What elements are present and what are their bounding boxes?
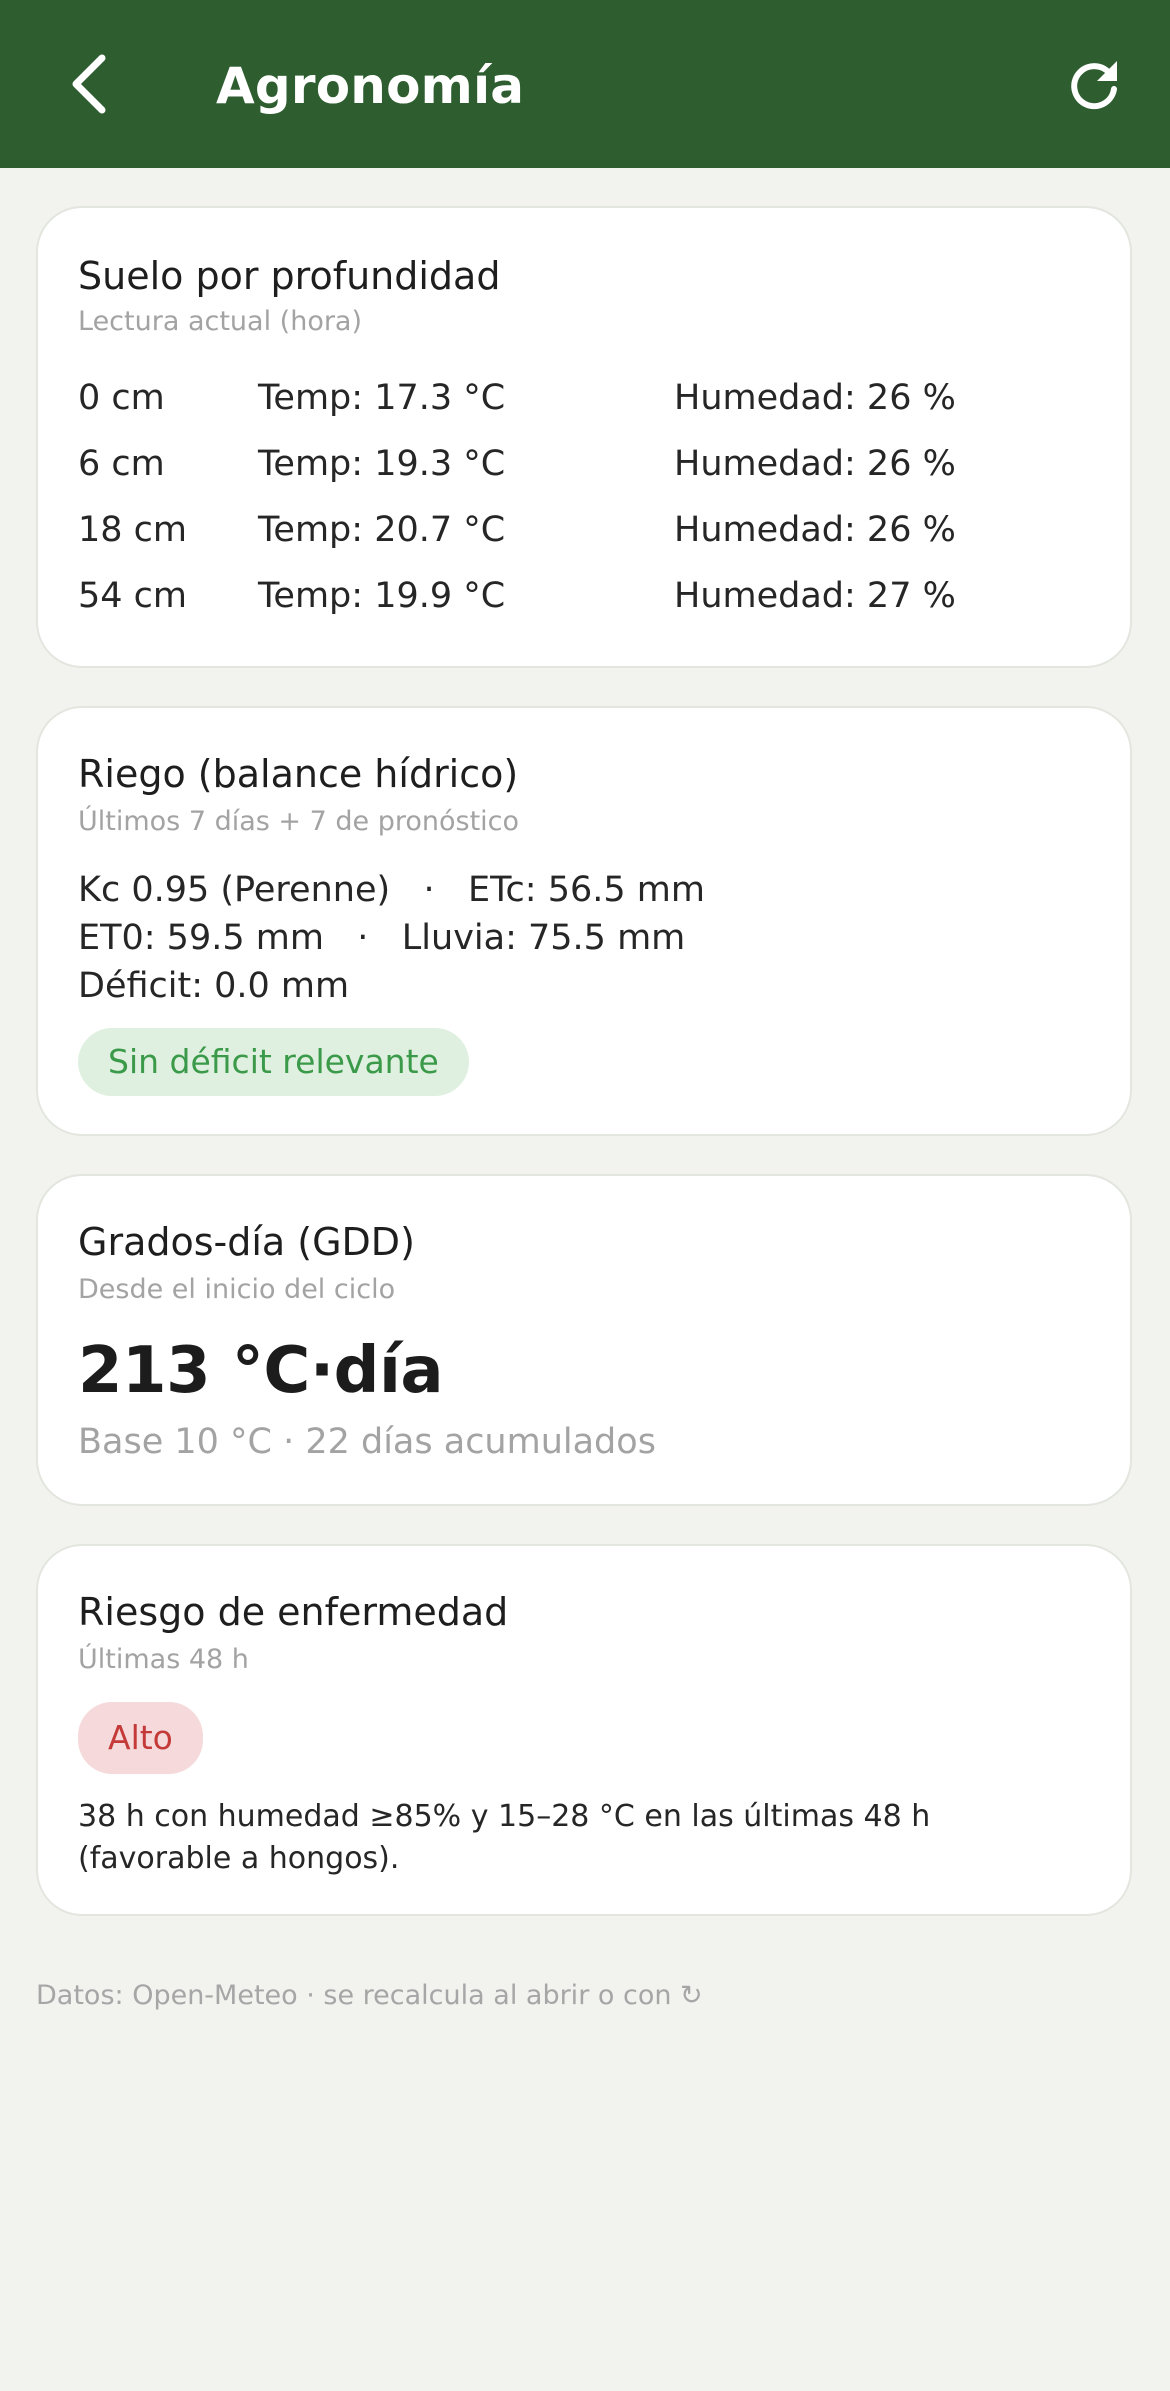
gdd-detail: Base 10 °C · 22 días acumulados	[78, 1422, 656, 1462]
soil-row: 18 cm Temp: 20.7 °C Humedad: 26 %	[78, 510, 1090, 570]
soil-humidity: Humedad: 26 %	[674, 510, 956, 550]
soil-depth: 6 cm	[78, 444, 165, 484]
soil-depth: 0 cm	[78, 378, 165, 418]
disease-card-title: Riesgo de enfermedad	[78, 1590, 509, 1634]
kc-etc-line: Kc 0.95 (Perenne) · ETc: 56.5 mm	[78, 870, 705, 910]
soil-row: 0 cm Temp: 17.3 °C Humedad: 26 %	[78, 378, 1090, 438]
gdd-value: 213 °C·día	[78, 1334, 444, 1408]
disease-risk-badge: Alto	[78, 1702, 203, 1774]
gdd-card: Grados-día (GDD) Desde el inicio del cic…	[36, 1174, 1132, 1506]
soil-temp: Temp: 20.7 °C	[258, 510, 506, 550]
refresh-icon	[1071, 61, 1117, 110]
soil-row: 6 cm Temp: 19.3 °C Humedad: 26 %	[78, 444, 1090, 504]
page-title: Agronomía	[216, 57, 525, 115]
soil-depth: 18 cm	[78, 510, 187, 550]
soil-temp: Temp: 19.3 °C	[258, 444, 506, 484]
data-source-note: Datos: Open-Meteo · se recalcula al abri…	[36, 1980, 703, 2011]
soil-depth: 54 cm	[78, 576, 187, 616]
soil-row: 54 cm Temp: 19.9 °C Humedad: 27 %	[78, 576, 1090, 636]
irrigation-card: Riego (balance hídrico) Últimos 7 días +…	[36, 706, 1132, 1136]
irrigation-status-badge: Sin déficit relevante	[78, 1028, 469, 1096]
soil-humidity: Humedad: 26 %	[674, 378, 956, 418]
disease-card: Riesgo de enfermedad Últimas 48 h Alto 3…	[36, 1544, 1132, 1916]
gdd-card-subtitle: Desde el inicio del ciclo	[78, 1274, 396, 1305]
disease-card-subtitle: Últimas 48 h	[78, 1644, 249, 1675]
soil-humidity: Humedad: 26 %	[674, 444, 956, 484]
soil-card: Suelo por profundidad Lectura actual (ho…	[36, 206, 1132, 668]
chevron-left-icon	[72, 54, 106, 114]
soil-card-title: Suelo por profundidad	[78, 254, 501, 298]
gdd-card-title: Grados-día (GDD)	[78, 1220, 415, 1264]
irrigation-card-subtitle: Últimos 7 días + 7 de pronóstico	[78, 806, 520, 837]
soil-temp: Temp: 19.9 °C	[258, 576, 506, 616]
app-bar: Agronomía	[0, 0, 1170, 168]
soil-card-subtitle: Lectura actual (hora)	[78, 306, 363, 337]
refresh-button[interactable]	[1054, 46, 1134, 122]
soil-temp: Temp: 17.3 °C	[258, 378, 506, 418]
irrigation-card-title: Riego (balance hídrico)	[78, 752, 519, 796]
back-button[interactable]	[50, 46, 126, 122]
et0-rain-line: ET0: 59.5 mm · Lluvia: 75.5 mm	[78, 918, 686, 958]
deficit-line: Déficit: 0.0 mm	[78, 966, 350, 1006]
soil-humidity: Humedad: 27 %	[674, 576, 956, 616]
disease-description: 38 h con humedad ≥85% y 15–28 °C en las …	[78, 1799, 931, 1876]
